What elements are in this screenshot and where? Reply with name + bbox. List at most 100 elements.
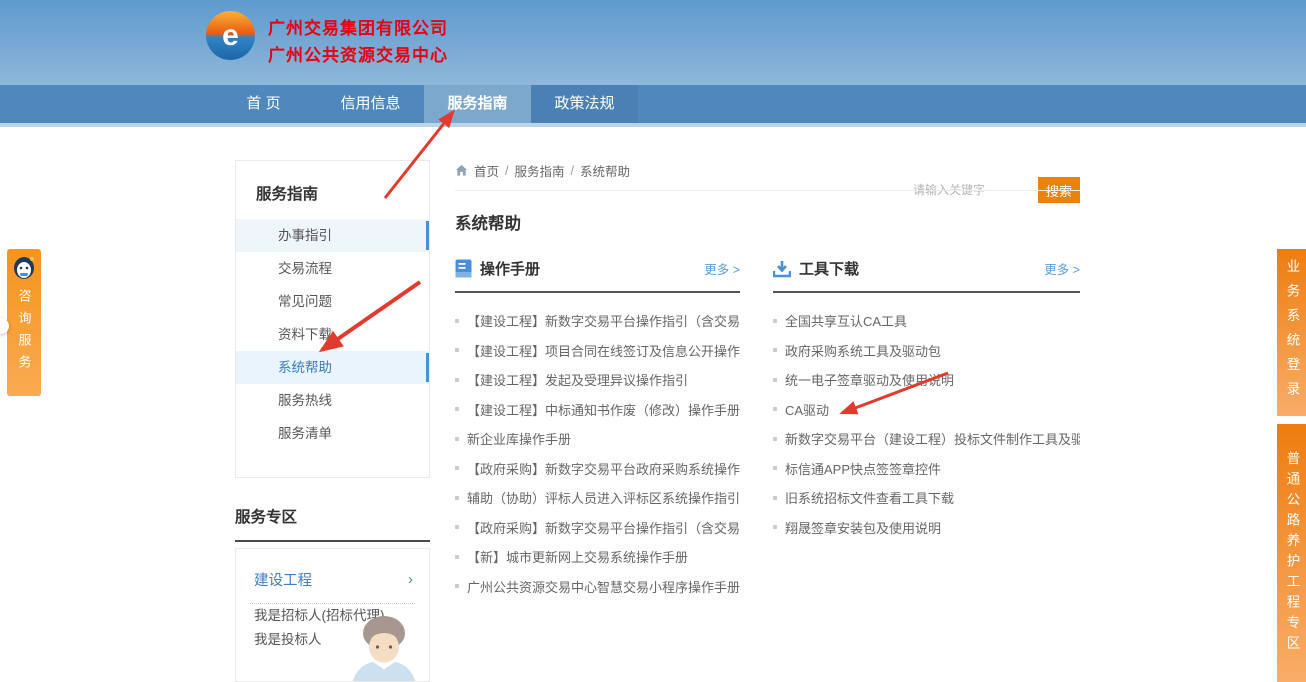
sidebar-item-xitong-bangzhu[interactable]: 系统帮助 (236, 351, 429, 384)
list-item-label: 【建设工程】新数字交易平台操作指引（含交易系统、文件编... (467, 311, 740, 330)
breadcrumb: 首页 / 服务指南 / 系统帮助 (455, 161, 630, 180)
list-item-label: 政府采购系统工具及驱动包 (785, 341, 941, 360)
service-zone-title: 服务专区 (235, 505, 430, 542)
sidebar-item-changjian-wenti[interactable]: 常见问题 (236, 285, 429, 318)
bullet-icon (455, 378, 459, 382)
breadcrumb-home[interactable]: 首页 (474, 161, 499, 180)
list-item[interactable]: 全国共享互认CA工具 (773, 306, 1080, 336)
list-item[interactable]: 【建设工程】中标通知书作废（修改）操作手册 (455, 395, 740, 425)
manuals-section: 操作手册 更多 > 【建设工程】新数字交易平台操作指引（含交易系统、文件编...… (455, 258, 740, 601)
list-item[interactable]: 【建设工程】项目合同在线签订及信息公开操作指引 (455, 336, 740, 366)
list-item-label: 广州公共资源交易中心智慧交易小程序操作手册 (467, 577, 740, 596)
bullet-icon (455, 437, 459, 441)
breadcrumb-separator: / (571, 164, 574, 178)
bullet-icon (773, 378, 777, 382)
list-item[interactable]: 辅助（协助）评标人员进入评标区系统操作指引 (455, 483, 740, 513)
highway-maintenance-zone-label: 普通公路养护工程专区 (1282, 451, 1302, 656)
list-item[interactable]: CA驱动 (773, 395, 1080, 425)
sidebar-item-fuwu-qingdan[interactable]: 服务清单 (236, 417, 429, 450)
consult-service-widget[interactable]: 咨询服务 (7, 249, 41, 396)
breadcrumb-separator: / (505, 164, 508, 178)
bullet-icon (773, 319, 777, 323)
list-item[interactable]: 政府采购系统工具及驱动包 (773, 336, 1080, 366)
list-item-label: 【政府采购】新数字交易平台操作指引（含交易系统、文件编... (467, 518, 740, 537)
manual-book-icon (455, 259, 472, 278)
nav-tab-service-guide[interactable]: 服务指南 (424, 85, 531, 123)
list-item[interactable]: 新企业库操作手册 (455, 424, 740, 454)
site-title: 广州交易集团有限公司 广州公共资源交易中心 (268, 15, 448, 69)
company-name-line2: 广州公共资源交易中心 (268, 42, 448, 69)
bullet-icon (455, 319, 459, 323)
list-item[interactable]: 统一电子签章驱动及使用说明 (773, 365, 1080, 395)
list-item-label: CA驱动 (785, 400, 829, 419)
tools-more-link[interactable]: 更多 > (1044, 259, 1080, 278)
breadcrumb-service-guide[interactable]: 服务指南 (515, 161, 565, 180)
list-item[interactable]: 【建设工程】新数字交易平台操作指引（含交易系统、文件编... (455, 306, 740, 336)
person-avatar (343, 607, 425, 682)
download-icon (773, 260, 791, 278)
business-system-login-banner[interactable]: 业务系统登录 (1277, 249, 1306, 416)
manuals-header: 操作手册 更多 > (455, 258, 740, 293)
bullet-icon (455, 407, 459, 411)
business-system-login-label: 业务系统登录 (1282, 259, 1302, 406)
main-nav: 首 页 信用信息 服务指南 政策法规 搜索 (0, 85, 1306, 123)
home-icon (455, 164, 468, 177)
bullet-icon (773, 466, 777, 470)
site-header: e 广州交易集团有限公司 广州公共资源交易中心 (0, 0, 1306, 85)
list-item-label: 【政府采购】新数字交易平台政府采购系统操作视频 (467, 459, 740, 478)
bullet-icon (455, 584, 459, 588)
sidebar-item-ziliao-xiazai[interactable]: 资料下载 (236, 318, 429, 351)
manuals-more-link[interactable]: 更多 > (704, 259, 740, 278)
list-item[interactable]: 【政府采购】新数字交易平台操作指引（含交易系统、文件编... (455, 513, 740, 543)
nav-tab-credit-info[interactable]: 信用信息 (317, 85, 424, 123)
list-item-label: 新企业库操作手册 (467, 429, 571, 448)
nav-tab-policies[interactable]: 政策法规 (531, 85, 638, 123)
list-item-label: 全国共享互认CA工具 (785, 311, 907, 330)
list-item[interactable]: 翔晟签章安装包及使用说明 (773, 513, 1080, 543)
tools-download-section: 工具下载 更多 > 全国共享互认CA工具 政府采购系统工具及驱动包 统一电子签章… (773, 258, 1080, 542)
bullet-icon (773, 348, 777, 352)
list-item[interactable]: 旧系统招标文件查看工具下载 (773, 483, 1080, 513)
bullet-icon (455, 466, 459, 470)
tools-list: 全国共享互认CA工具 政府采购系统工具及驱动包 统一电子签章驱动及使用说明 CA… (773, 306, 1080, 542)
page-title: 系统帮助 (455, 210, 521, 234)
zone-category-construction[interactable]: 建设工程 › (236, 549, 429, 603)
tools-header: 工具下载 更多 > (773, 258, 1080, 293)
list-item[interactable]: 【建设工程】发起及受理异议操作指引 (455, 365, 740, 395)
mascot-icon (11, 255, 37, 281)
bullet-icon (455, 348, 459, 352)
list-item[interactable]: 标信通APP快点签签章控件 (773, 454, 1080, 484)
bullet-icon (455, 525, 459, 529)
nav-tabs: 首 页 信用信息 服务指南 政策法规 (210, 85, 638, 123)
bullet-icon (773, 437, 777, 441)
sidebar-item-banshi-zhiyin[interactable]: 办事指引 (236, 219, 429, 252)
sidebar-item-fuwu-rexian[interactable]: 服务热线 (236, 384, 429, 417)
list-item[interactable]: 广州公共资源交易中心智慧交易小程序操作手册 (455, 572, 740, 602)
chevron-right-icon: › (408, 571, 413, 588)
bullet-icon (773, 407, 777, 411)
list-item-label: 【建设工程】项目合同在线签订及信息公开操作指引 (467, 341, 740, 360)
highway-maintenance-zone-banner[interactable]: 普通公路养护工程专区 (1277, 424, 1306, 682)
manuals-list: 【建设工程】新数字交易平台操作指引（含交易系统、文件编... 【建设工程】项目合… (455, 306, 740, 601)
logo-letter: e (222, 21, 239, 51)
list-item[interactable]: 新数字交易平台（建设工程）投标文件制作工具及驱动包 (773, 424, 1080, 454)
list-item-label: 新数字交易平台（建设工程）投标文件制作工具及驱动包 (785, 429, 1080, 448)
service-zone-box: 建设工程 › 我是招标人(招标代理) 我是投标人 (235, 548, 430, 682)
list-item[interactable]: 【新】城市更新网上交易系统操作手册 (455, 542, 740, 572)
manuals-title: 操作手册 (480, 258, 540, 279)
nav-bottom-strip (0, 123, 1306, 127)
site-logo-icon[interactable]: e (206, 11, 255, 60)
bullet-icon (773, 525, 777, 529)
breadcrumb-current: 系统帮助 (580, 161, 630, 180)
list-item-label: 【建设工程】中标通知书作废（修改）操作手册 (467, 400, 740, 419)
bullet-icon (455, 555, 459, 559)
nav-tab-home[interactable]: 首 页 (210, 85, 317, 123)
sidebar-title: 服务指南 (236, 161, 429, 219)
bullet-icon (455, 496, 459, 500)
list-item-label: 【建设工程】发起及受理异议操作指引 (467, 370, 688, 389)
list-item-label: 辅助（协助）评标人员进入评标区系统操作指引 (467, 488, 740, 507)
tools-title: 工具下载 (799, 258, 859, 279)
list-item-label: 翔晟签章安装包及使用说明 (785, 518, 941, 537)
list-item[interactable]: 【政府采购】新数字交易平台政府采购系统操作视频 (455, 454, 740, 484)
sidebar-item-jiaoyi-liucheng[interactable]: 交易流程 (236, 252, 429, 285)
